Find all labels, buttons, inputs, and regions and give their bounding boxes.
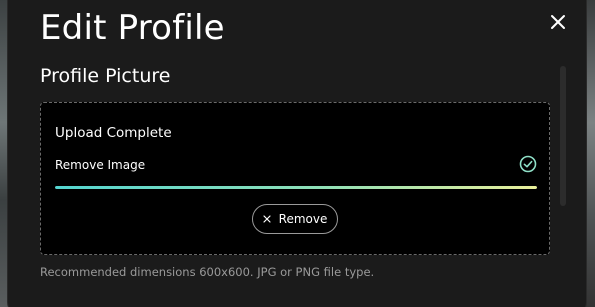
close-icon [551,15,565,29]
section-title: Profile Picture [40,65,171,87]
upload-progress-bar [55,186,537,189]
dialog-title: Edit Profile [40,8,225,48]
close-button[interactable] [546,10,570,34]
remove-button-label: Remove [278,212,328,226]
upload-hint: Recommended dimensions 600x600. JPG or P… [40,265,375,279]
background-right [585,0,595,307]
upload-status: Upload Complete [55,125,172,141]
upload-progress-fill [55,186,537,189]
upload-dropzone[interactable]: Upload Complete Remove Image Remove [40,102,550,255]
uploaded-file-label: Remove Image [55,158,146,172]
remove-button[interactable]: Remove [252,204,338,234]
edit-profile-dialog: Edit Profile Profile Picture Upload Comp… [8,0,586,307]
x-icon [263,215,271,223]
scrollbar[interactable] [560,66,566,206]
check-circle-icon [519,155,537,173]
